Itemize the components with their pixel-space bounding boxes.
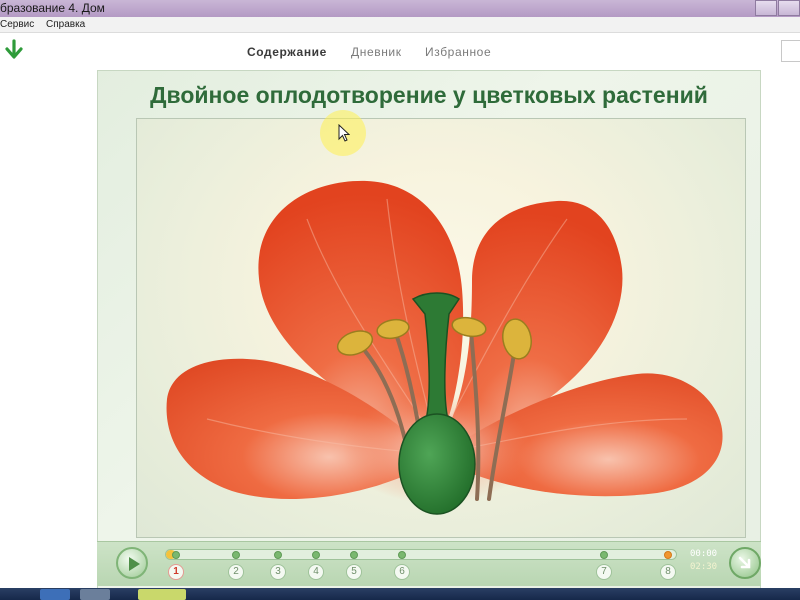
step-button[interactable]: 5 [346,564,362,580]
progress-marker[interactable] [274,551,282,559]
next-arrow-icon [738,556,751,569]
step-button[interactable]: 6 [394,564,410,580]
toolbar: Содержание Дневник Избранное [0,33,800,70]
slide-title: Двойное оплодотворение у цветковых расте… [150,82,708,108]
progress-marker[interactable] [312,551,320,559]
step-button[interactable]: 8 [660,564,676,580]
next-button[interactable] [729,547,761,579]
window-title: бразование 4. Дом [0,1,105,15]
tab-contents[interactable]: Содержание [247,45,327,59]
illustration-stage [136,118,746,538]
mouse-pointer-icon [338,124,350,142]
step-button[interactable]: 3 [270,564,286,580]
step-button[interactable]: 7 [596,564,612,580]
minimize-button[interactable] [755,0,777,16]
progress-marker[interactable] [232,551,240,559]
close-button[interactable] [778,0,800,16]
tab-favorites[interactable]: Избранное [425,45,491,59]
step-button[interactable]: 2 [228,564,244,580]
green-down-arrow-icon[interactable] [4,39,24,61]
progress-marker[interactable] [600,551,608,559]
flower-illustration [166,180,723,515]
menu-item-help[interactable]: Справка [46,19,85,30]
time-current: 00:00 [690,549,718,559]
step-button[interactable]: 4 [308,564,324,580]
progress-marker[interactable] [664,551,672,559]
step-button[interactable]: 1 [168,564,184,580]
taskbar-app-2[interactable] [80,589,110,600]
progress-marker[interactable] [350,551,358,559]
progress-marker[interactable] [398,551,406,559]
taskbar-app-1[interactable] [40,589,70,600]
menu-bar: Сервис Справка [0,17,800,33]
tab-diary[interactable]: Дневник [351,45,402,59]
os-taskbar [0,588,800,600]
window-title-bar: бразование 4. Дом [0,0,800,17]
progress-marker[interactable] [172,551,180,559]
search-input[interactable] [781,40,800,62]
menu-item-service[interactable]: Сервис [0,19,34,30]
time-total: 02:30 [690,562,718,572]
taskbar-app-active[interactable] [138,589,186,600]
play-button[interactable] [116,547,148,579]
window-controls [754,0,800,17]
player-bar [97,541,761,586]
